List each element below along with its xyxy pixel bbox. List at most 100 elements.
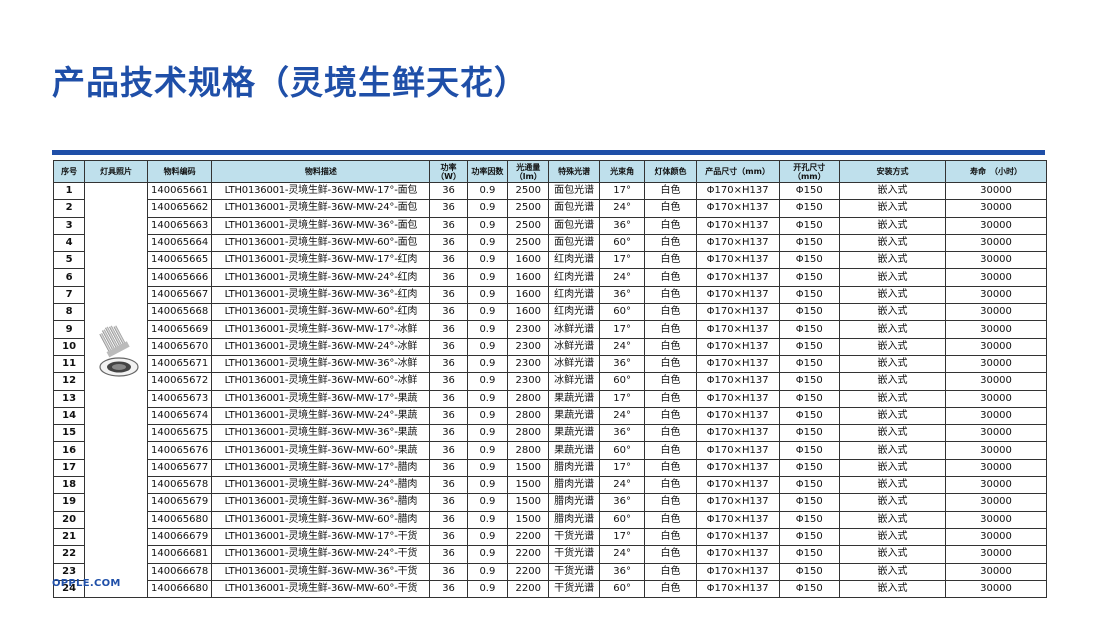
spectrum-cell: 冰鲜光谱 (548, 372, 600, 391)
material-code-cell: 140065663 (146, 216, 213, 235)
column-header: 光通量（lm） (507, 160, 550, 183)
table-row: 23 140066678 LTH0136001-灵境生鲜-36W-MW-36°-干货… (52, 562, 1047, 581)
seq-cell: 6 (52, 268, 86, 287)
material-code-cell: 140065673 (146, 389, 213, 408)
lumen-cell: 1600 (507, 251, 550, 270)
install-type-cell: 嵌入式 (839, 527, 947, 547)
spectrum-cell: 果蔬光谱 (548, 406, 600, 426)
material-desc-cell: LTH0136001-灵境生鲜-36W-MW-36°-腊肉 (211, 493, 431, 512)
seq-cell: 9 (52, 320, 86, 339)
lumen-cell: 2300 (507, 337, 550, 356)
material-desc-cell: LTH0136001-灵境生鲜-36W-MW-24°-腊肉 (211, 476, 431, 495)
spectrum-cell: 面包光谱 (548, 181, 600, 201)
power-cell: 36 (429, 441, 468, 460)
power-factor-cell: 0.9 (466, 251, 509, 270)
power-factor-cell: 0.9 (466, 389, 509, 408)
spectrum-cell: 腊肉光谱 (548, 476, 600, 495)
table-row: 7 140065667 LTH0136001-灵境生鲜-36W-MW-36°-红肉 3… (52, 285, 1047, 305)
table-row: 16 140065676 LTH0136001-灵境生鲜-36W-MW-60°-果蔬… (52, 441, 1047, 460)
power-cell: 36 (429, 320, 468, 339)
power-cell: 36 (429, 493, 468, 512)
material-code-cell: 140065672 (146, 372, 213, 391)
install-type-cell: 嵌入式 (839, 562, 947, 581)
material-desc-cell: LTH0136001-灵境生鲜-36W-MW-60°-干货 (211, 579, 431, 599)
lifetime-cell: 30000 (945, 424, 1047, 443)
beam-angle-cell: 24° (598, 545, 646, 564)
power-cell: 36 (429, 389, 468, 408)
power-factor-cell: 0.9 (466, 441, 509, 460)
lumen-cell: 2800 (507, 389, 550, 408)
product-size-cell: Φ170×H137 (695, 545, 780, 564)
power-cell: 36 (429, 354, 468, 374)
material-desc-cell: LTH0136001-灵境生鲜-36W-MW-36°-面包 (211, 216, 431, 235)
product-size-cell: Φ170×H137 (695, 441, 780, 460)
seq-cell: 3 (52, 216, 86, 235)
body-color-cell: 白色 (644, 268, 697, 287)
power-cell: 36 (429, 458, 468, 478)
beam-angle-cell: 36° (598, 493, 646, 512)
spectrum-cell: 红肉光谱 (548, 285, 600, 305)
cutout-size-cell: Φ150 (778, 372, 841, 391)
lifetime-cell: 30000 (945, 476, 1047, 495)
material-code-cell: 140066681 (146, 545, 213, 564)
power-cell: 36 (429, 372, 468, 391)
material-desc-cell: LTH0136001-灵境生鲜-36W-MW-17°-红肉 (211, 251, 431, 270)
beam-angle-cell: 17° (598, 527, 646, 547)
lumen-cell: 2500 (507, 233, 550, 253)
table-row: 20 140065680 LTH0136001-灵境生鲜-36W-MW-60°-腊肉… (52, 510, 1047, 529)
body-color-cell: 白色 (644, 251, 697, 270)
beam-angle-cell: 17° (598, 251, 646, 270)
beam-angle-cell: 24° (598, 476, 646, 495)
seq-cell: 16 (52, 441, 86, 460)
material-desc-cell: LTH0136001-灵境生鲜-36W-MW-36°-干货 (211, 562, 431, 581)
power-cell: 36 (429, 233, 468, 253)
install-type-cell: 嵌入式 (839, 458, 947, 478)
install-type-cell: 嵌入式 (839, 493, 947, 512)
beam-angle-cell: 60° (598, 233, 646, 253)
material-code-cell: 140065675 (146, 424, 213, 443)
lifetime-cell: 30000 (945, 199, 1047, 218)
beam-angle-cell: 60° (598, 579, 646, 599)
lumen-cell: 1600 (507, 303, 550, 322)
power-factor-cell: 0.9 (466, 476, 509, 495)
material-desc-cell: LTH0136001-灵境生鲜-36W-MW-36°-冰鲜 (211, 354, 431, 374)
seq-cell: 14 (52, 406, 86, 426)
cutout-size-cell: Φ150 (778, 337, 841, 356)
beam-angle-cell: 36° (598, 424, 646, 443)
lifetime-cell: 30000 (945, 389, 1047, 408)
product-size-cell: Φ170×H137 (695, 476, 780, 495)
beam-angle-cell: 60° (598, 441, 646, 460)
table-row: 24 140066680 LTH0136001-灵境生鲜-36W-MW-60°-干货… (52, 579, 1047, 599)
material-code-cell: 140065662 (146, 199, 213, 218)
table-row: 1 140065661 LTH0136001-灵境生鲜-36W-MW-17°-面包 3… (52, 181, 1047, 599)
product-size-cell: Φ170×H137 (695, 233, 780, 253)
lumen-cell: 1500 (507, 510, 550, 529)
column-header: 物料编码 (146, 160, 213, 183)
table-row: 14 140065674 LTH0136001-灵境生鲜-36W-MW-24°-果蔬… (52, 406, 1047, 426)
cutout-size-cell: Φ150 (778, 527, 841, 547)
beam-angle-cell: 17° (598, 458, 646, 478)
spectrum-cell: 冰鲜光谱 (548, 337, 600, 356)
cutout-size-cell: Φ150 (778, 320, 841, 339)
column-header: 灯体颜色 (644, 160, 697, 183)
power-cell: 36 (429, 251, 468, 270)
column-header: 物料描述 (211, 160, 431, 183)
material-code-cell: 140065674 (146, 406, 213, 426)
spectrum-cell: 果蔬光谱 (548, 424, 600, 443)
spectrum-cell: 果蔬光谱 (548, 389, 600, 408)
material-code-cell: 140065671 (146, 354, 213, 374)
power-factor-cell: 0.9 (466, 285, 509, 305)
lifetime-cell: 30000 (945, 579, 1047, 599)
install-type-cell: 嵌入式 (839, 320, 947, 339)
body-color-cell: 白色 (644, 510, 697, 529)
material-code-cell: 140065679 (146, 493, 213, 512)
install-type-cell: 嵌入式 (839, 181, 947, 201)
seq-cell: 4 (52, 233, 86, 253)
seq-cell: 2 (52, 199, 86, 218)
body-color-cell: 白色 (644, 233, 697, 253)
body-color-cell: 白色 (644, 199, 697, 218)
cutout-size-cell: Φ150 (778, 233, 841, 253)
install-type-cell: 嵌入式 (839, 424, 947, 443)
body-color-cell: 白色 (644, 354, 697, 374)
power-factor-cell: 0.9 (466, 562, 509, 581)
